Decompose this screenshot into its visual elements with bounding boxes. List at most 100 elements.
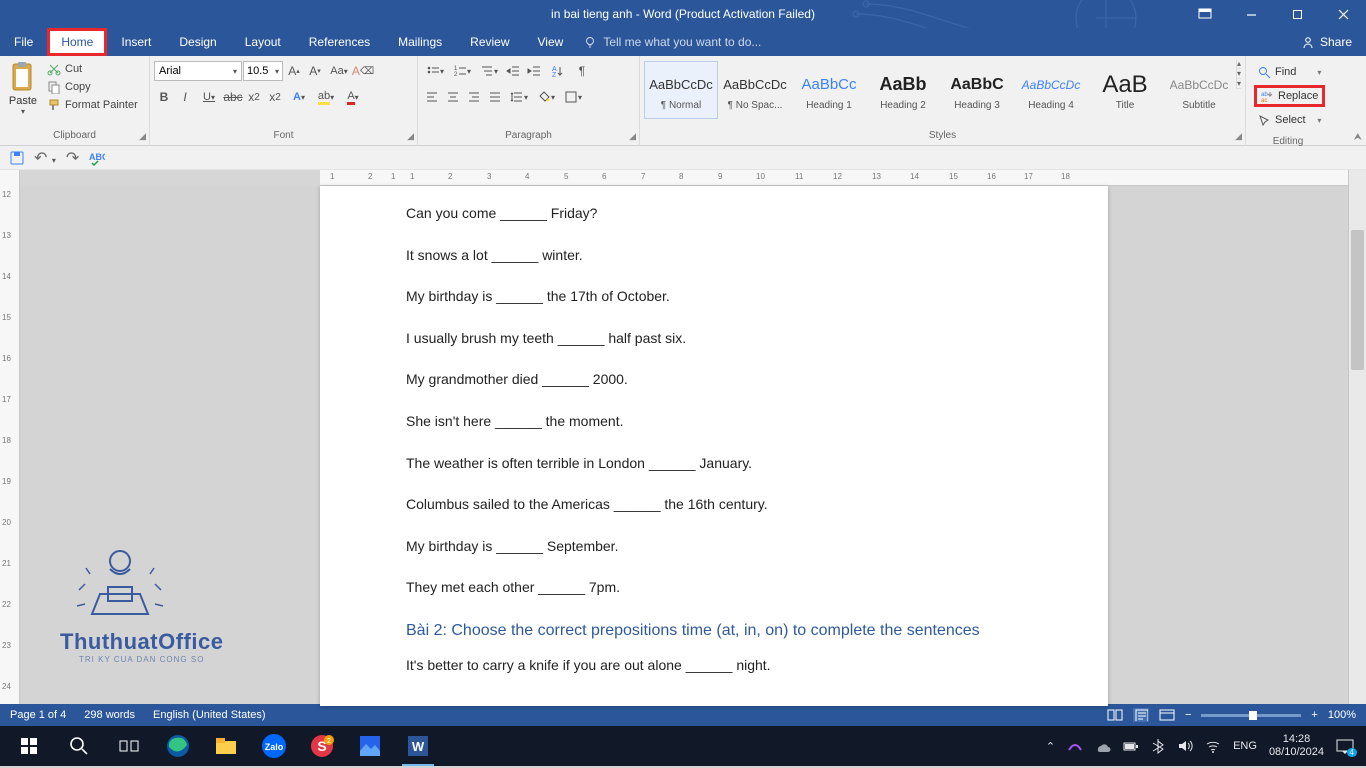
tab-design[interactable]: Design: [165, 28, 230, 56]
tab-view[interactable]: View: [524, 28, 578, 56]
tab-home[interactable]: Home: [47, 28, 107, 56]
minimize-button[interactable]: [1228, 0, 1274, 28]
maximize-button[interactable]: [1274, 0, 1320, 28]
font-name-combo[interactable]: Arial▾: [154, 61, 242, 81]
volume-icon[interactable]: [1177, 738, 1193, 754]
show-marks-button[interactable]: ¶: [572, 61, 592, 81]
doc-line[interactable]: Columbus sailed to the Americas ______ t…: [406, 495, 1022, 515]
font-color-button[interactable]: A▾: [340, 87, 366, 107]
tab-references[interactable]: References: [295, 28, 384, 56]
start-button[interactable]: [6, 726, 52, 766]
style---no-spac---[interactable]: AaBbCcDc¶ No Spac...: [718, 61, 792, 119]
doc-heading[interactable]: Bài 2: Choose the correct prepositions t…: [406, 620, 1022, 642]
page-indicator[interactable]: Page 1 of 4: [10, 709, 66, 721]
doc-line[interactable]: It's better to carry a knife if you are …: [406, 656, 1022, 676]
outdent-button[interactable]: [503, 61, 523, 81]
style---normal[interactable]: AaBbCcDc¶ Normal: [644, 61, 718, 119]
doc-line[interactable]: My birthday is ______ September.: [406, 537, 1022, 557]
undo-button[interactable]: ↶ ▾: [34, 148, 56, 168]
tab-review[interactable]: Review: [456, 28, 523, 56]
style-heading-3[interactable]: AaBbCHeading 3: [940, 61, 1014, 119]
tab-file[interactable]: File: [0, 28, 47, 56]
task-view-button[interactable]: [106, 726, 152, 766]
redo-button[interactable]: ↷: [66, 148, 79, 168]
bullets-button[interactable]: ▾: [422, 61, 448, 81]
edge-app[interactable]: [156, 726, 200, 766]
tray-chevron-icon[interactable]: ⌃: [1046, 740, 1055, 753]
superscript-button[interactable]: x2: [265, 87, 285, 107]
zoom-value[interactable]: 100%: [1328, 709, 1356, 721]
dialog-launcher-icon[interactable]: ◢: [629, 131, 636, 142]
dialog-launcher-icon[interactable]: ◢: [1235, 131, 1242, 142]
share-button[interactable]: Share: [1293, 28, 1360, 56]
wifi-icon[interactable]: [1205, 738, 1221, 754]
chevron-up-icon[interactable]: ▴: [1237, 59, 1241, 69]
doc-line[interactable]: It snows a lot ______ winter.: [406, 246, 1022, 266]
align-left-button[interactable]: [422, 87, 442, 107]
search-button[interactable]: [56, 726, 102, 766]
justify-button[interactable]: [485, 87, 505, 107]
shrink-font-button[interactable]: A▾: [305, 61, 325, 81]
subscript-button[interactable]: x2: [244, 87, 264, 107]
grow-font-button[interactable]: A▴: [284, 61, 304, 81]
style-heading-2[interactable]: AaBbHeading 2: [866, 61, 940, 119]
web-layout-icon[interactable]: [1159, 708, 1175, 722]
borders-button[interactable]: ▾: [560, 87, 586, 107]
font-size-combo[interactable]: 10.5▾: [243, 61, 283, 81]
battery-icon[interactable]: [1123, 738, 1139, 754]
tab-mailings[interactable]: Mailings: [384, 28, 456, 56]
underline-button[interactable]: U▾: [196, 87, 222, 107]
more-icon[interactable]: ▾: [1237, 79, 1241, 89]
highlight-button[interactable]: ab▾: [313, 87, 339, 107]
doc-line[interactable]: My birthday is ______ the 17th of Octobe…: [406, 287, 1022, 307]
dialog-launcher-icon[interactable]: ◢: [407, 131, 414, 142]
clear-formatting-button[interactable]: A⌫: [353, 61, 373, 81]
document-page[interactable]: Can you come ______ Friday? It snows a lo…: [320, 186, 1108, 706]
word-app[interactable]: W: [396, 726, 440, 766]
bold-button[interactable]: B: [154, 87, 174, 107]
find-button[interactable]: Find▾: [1254, 61, 1325, 83]
doc-line[interactable]: Can you come ______ Friday?: [406, 204, 1022, 224]
print-layout-icon[interactable]: [1133, 708, 1149, 722]
indent-button[interactable]: [524, 61, 544, 81]
tab-layout[interactable]: Layout: [231, 28, 295, 56]
line-spacing-button[interactable]: ▾: [506, 87, 532, 107]
numbering-button[interactable]: 12▾: [449, 61, 475, 81]
format-painter-button[interactable]: Format Painter: [45, 97, 140, 113]
tell-me-search[interactable]: Tell me what you want to do...: [583, 35, 761, 49]
zoom-out-button[interactable]: −: [1185, 709, 1191, 721]
read-mode-icon[interactable]: [1107, 708, 1123, 722]
vertical-scrollbar[interactable]: [1348, 170, 1366, 704]
select-button[interactable]: Select▾: [1254, 109, 1325, 131]
italic-button[interactable]: I: [175, 87, 195, 107]
copy-button[interactable]: Copy: [45, 79, 140, 95]
word-count[interactable]: 298 words: [84, 709, 135, 721]
doc-line[interactable]: My grandmother died ______ 2000.: [406, 370, 1022, 390]
change-case-button[interactable]: Aa▾: [326, 61, 352, 81]
align-center-button[interactable]: [443, 87, 463, 107]
zoom-in-button[interactable]: +: [1311, 709, 1317, 721]
cut-button[interactable]: Cut: [45, 61, 140, 77]
tray-app-icon[interactable]: [1067, 738, 1083, 754]
style-heading-4[interactable]: AaBbCcDcHeading 4: [1014, 61, 1088, 119]
multilevel-button[interactable]: ▾: [476, 61, 502, 81]
explorer-app[interactable]: [204, 726, 248, 766]
skype-app[interactable]: S2: [300, 726, 344, 766]
zoom-slider[interactable]: [1201, 714, 1301, 717]
tray-clock[interactable]: 14:2808/10/2024: [1269, 733, 1324, 759]
close-button[interactable]: [1320, 0, 1366, 28]
save-icon[interactable]: [10, 151, 24, 165]
photos-app[interactable]: [348, 726, 392, 766]
doc-line[interactable]: They met each other ______ 7pm.: [406, 578, 1022, 598]
doc-line[interactable]: The weather is often terrible in London …: [406, 454, 1022, 474]
style-subtitle[interactable]: AaBbCcDcSubtitle: [1162, 61, 1236, 119]
sort-button[interactable]: AZ: [545, 61, 571, 81]
notifications-button[interactable]: 4: [1336, 738, 1354, 754]
paste-button[interactable]: Paste ▾: [4, 59, 42, 116]
styles-gallery[interactable]: AaBbCcDc¶ NormalAaBbCcDc¶ No Spac... AaBb…: [644, 59, 1236, 121]
language-indicator[interactable]: English (United States): [153, 709, 266, 721]
replace-button[interactable]: abacReplace: [1254, 85, 1325, 107]
shading-button[interactable]: ▾: [533, 87, 559, 107]
dialog-launcher-icon[interactable]: ◢: [139, 131, 146, 142]
chevron-down-icon[interactable]: ▾: [1237, 69, 1241, 79]
